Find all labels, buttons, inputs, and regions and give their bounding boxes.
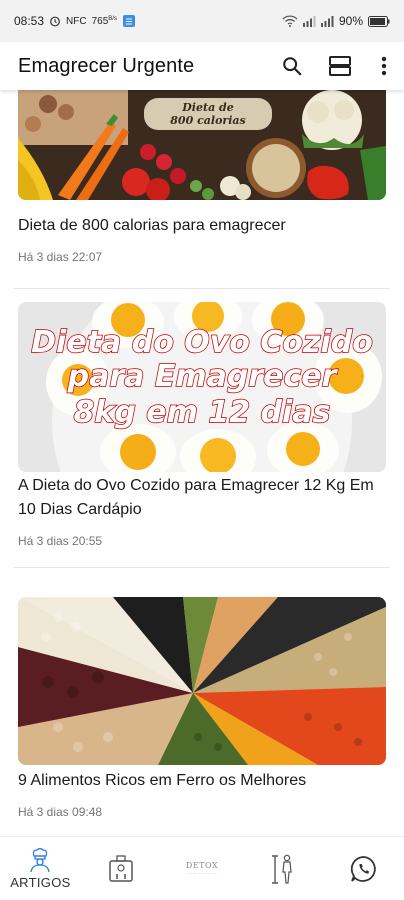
scale-icon	[109, 854, 133, 882]
search-button[interactable]	[268, 42, 316, 90]
more-options-button[interactable]	[364, 42, 404, 90]
image-caption-line3: 8kg em 12 dias	[74, 395, 331, 430]
nav-item-whatsapp[interactable]	[323, 837, 404, 900]
alarm-icon	[49, 15, 61, 27]
article-image-800-calorias[interactable]: Dieta de 800 calorias	[18, 90, 386, 200]
article-time: Há 3 dias 09:48	[18, 805, 103, 819]
search-icon	[283, 57, 302, 76]
image-caption-line2: 800 calorias	[170, 114, 245, 127]
measure-icon	[271, 854, 292, 884]
more-vert-icon	[381, 56, 387, 76]
wifi-icon	[282, 15, 298, 27]
app-actions	[268, 42, 404, 90]
article-card[interactable]: Dieta do Ovo Cozido para Emagrecer 8kg e…	[0, 302, 404, 577]
nav-item-measure[interactable]	[242, 837, 323, 900]
network-speed-value: 765	[91, 15, 109, 27]
app-title: Emagrecer Urgente	[18, 54, 195, 77]
network-speed: 765 B/s	[92, 16, 117, 27]
notification-app-icon	[122, 14, 136, 28]
nfc-label: NFC	[66, 15, 87, 27]
article-title[interactable]: 9 Alimentos Ricos em Ferro os Melhores	[18, 769, 388, 793]
signal-icon-1	[302, 15, 316, 27]
battery-percent: 90%	[338, 14, 363, 28]
nav-item-artigos[interactable]: ARTIGOS	[0, 837, 81, 900]
article-image-ovo-cozido[interactable]: Dieta do Ovo Cozido para Emagrecer 8kg e…	[18, 302, 386, 472]
app-bar: Emagrecer Urgente	[0, 42, 404, 90]
signal-icon-2	[320, 15, 334, 27]
chef-icon	[30, 847, 51, 873]
detox-logo-text: DETOX	[185, 860, 219, 870]
article-title[interactable]: A Dieta do Ovo Cozido para Emagrecer 12 …	[18, 474, 388, 522]
image-caption-line2: para Emagrecer	[67, 359, 339, 394]
nav-item-scale[interactable]	[81, 837, 162, 900]
battery-icon	[368, 15, 390, 27]
divider	[14, 288, 390, 289]
detox-logo-rule: — — — — — —	[187, 869, 217, 875]
bottom-navigation: ARTIGOS DETOX — — — — — —	[0, 836, 404, 900]
image-caption-line1: Dieta de	[181, 101, 233, 114]
detox-icon: DETOX — — — — — —	[185, 860, 219, 876]
article-feed[interactable]: Dieta de 800 calorias Dieta de 800 calor…	[0, 90, 404, 836]
status-bar: 08:53 NFC 765 B/s 90%	[0, 0, 404, 42]
article-time: Há 3 dias 20:55	[18, 534, 103, 548]
article-time: Há 3 dias 22:07	[18, 250, 103, 264]
whatsapp-icon	[350, 855, 376, 882]
article-image-alimentos-ferro[interactable]	[18, 597, 386, 765]
view-toggle-button[interactable]	[316, 42, 364, 90]
nav-item-detox[interactable]: DETOX — — — — — —	[162, 837, 243, 900]
image-caption-line1: Dieta do Ovo Cozido	[31, 325, 373, 360]
article-title[interactable]: Dieta de 800 calorias para emagrecer	[18, 214, 388, 238]
network-speed-unit: B/s	[108, 15, 117, 22]
view-toggle-icon	[329, 56, 351, 76]
status-time: 08:53	[14, 14, 45, 28]
nav-label-artigos: ARTIGOS	[10, 875, 71, 890]
divider	[14, 567, 390, 568]
article-card[interactable]: 9 Alimentos Ricos em Ferro os Melhores H…	[0, 597, 404, 836]
article-card[interactable]: Dieta de 800 calorias Dieta de 800 calor…	[0, 90, 404, 290]
